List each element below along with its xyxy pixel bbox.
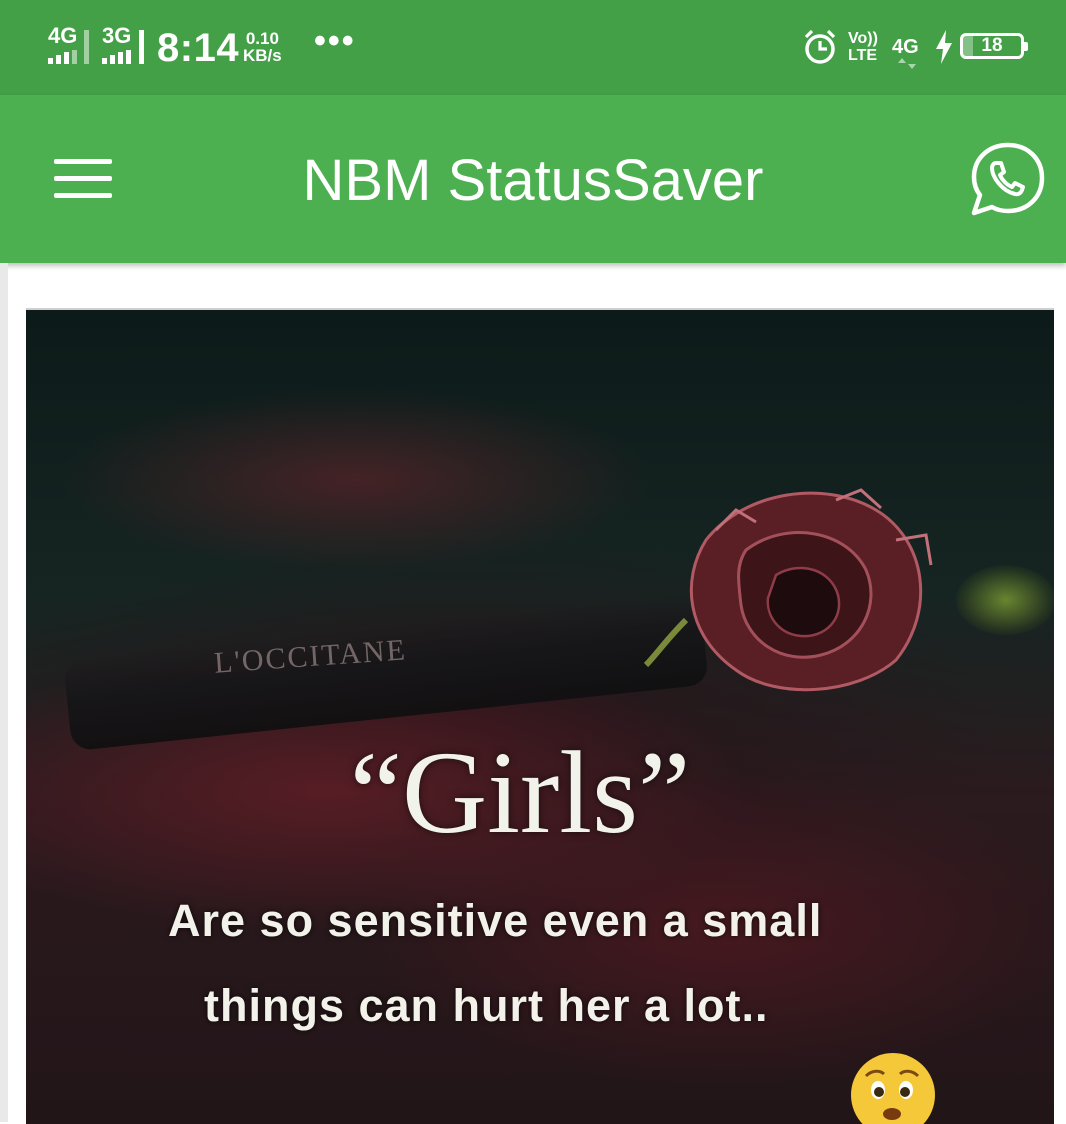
app-title: NBM StatusSaver — [302, 148, 764, 213]
volte-indicator: Vo)) LTE — [848, 30, 878, 64]
signal-divider — [84, 30, 89, 64]
worried-face-icon — [851, 1053, 935, 1124]
signal-icon — [48, 50, 77, 64]
whatsapp-icon[interactable] — [968, 141, 1048, 217]
network-type-1: 4G — [48, 23, 78, 48]
page-edge — [0, 263, 8, 1122]
quote-line-1: Are so sensitive even a small — [168, 895, 823, 946]
volte-bottom: LTE — [848, 47, 878, 64]
data-activity-icon — [898, 58, 916, 69]
quote-line-2: things can hurt her a lot.. — [204, 980, 769, 1031]
status-bar: 4G 3G 8:14 0.10 KB/s ••• Vo)) LTE 4G 18 — [0, 0, 1066, 95]
network-speed: 0.10 KB/s — [243, 30, 282, 64]
more-notifications-icon: ••• — [314, 22, 356, 60]
battery-level: 18 — [981, 35, 1003, 56]
speed-value: 0.10 — [245, 29, 279, 48]
leaf-shape — [956, 565, 1054, 635]
network-type-2: 3G — [102, 23, 132, 48]
app-bar: NBM StatusSaver — [0, 95, 1066, 263]
quote-headline: “Girls” — [349, 727, 691, 858]
data-type: 4G — [892, 36, 919, 58]
alarm-icon — [804, 29, 836, 64]
battery-fill — [963, 36, 974, 56]
status-image-card[interactable]: L'OCCITANE “Girls” Are so sensitive even… — [26, 308, 1054, 1124]
volte-top: Vo)) — [848, 30, 878, 47]
clock: 8:14 — [157, 26, 240, 70]
rose-icon — [643, 488, 933, 692]
speed-unit: KB/s — [243, 46, 282, 65]
charging-icon — [936, 30, 952, 64]
battery-icon: 18 — [960, 33, 1028, 59]
signal-icon — [102, 50, 131, 64]
signal-divider — [139, 30, 144, 64]
